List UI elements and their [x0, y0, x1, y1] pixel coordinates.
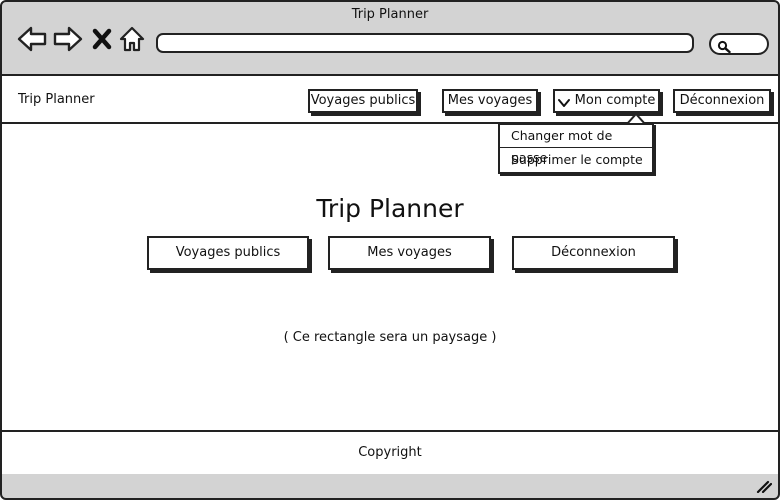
- landscape-placeholder-text: ( Ce rectangle sera un paysage ): [283, 330, 497, 345]
- nav-logout-button[interactable]: Déconnexion: [673, 89, 771, 113]
- account-menu-label: Mon compte: [574, 93, 656, 108]
- menu-item-change-password[interactable]: Changer mot de passe: [500, 125, 652, 165]
- search-icon: [717, 38, 731, 54]
- close-x-icon[interactable]: [90, 24, 114, 54]
- address-bar[interactable]: [156, 33, 694, 53]
- browser-window: Trip Planner Trip Planner Voyages public…: [0, 0, 780, 500]
- browser-title: Trip Planner: [351, 7, 429, 22]
- chevron-down-icon: [557, 95, 570, 107]
- brand-name: Trip Planner: [18, 92, 95, 107]
- menu-item-delete-account[interactable]: Supprimer le compte: [500, 149, 652, 172]
- page-viewport: Trip Planner Voyages publics Mes voyages…: [2, 74, 778, 474]
- nav-my-trips-button[interactable]: Mes voyages: [442, 89, 538, 113]
- account-menu-button[interactable]: Mon compte: [553, 89, 660, 113]
- public-trips-button[interactable]: Voyages publics: [147, 236, 309, 270]
- my-trips-button[interactable]: Mes voyages: [328, 236, 491, 270]
- footer: Copyright: [2, 430, 778, 474]
- nav-public-trips-button[interactable]: Voyages publics: [308, 89, 418, 113]
- home-icon[interactable]: [118, 24, 146, 54]
- logout-button[interactable]: Déconnexion: [512, 236, 675, 270]
- resize-grip-icon[interactable]: [756, 478, 773, 494]
- arrow-right-icon[interactable]: [52, 24, 84, 54]
- search-box[interactable]: [709, 33, 769, 55]
- account-dropdown-menu: Changer mot de passe Supprimer le compte: [498, 123, 654, 174]
- page-title: Trip Planner: [316, 194, 464, 223]
- copyright-text: Copyright: [358, 445, 422, 460]
- arrow-left-icon[interactable]: [16, 24, 48, 54]
- top-navbar: Trip Planner Voyages publics Mes voyages…: [2, 76, 778, 124]
